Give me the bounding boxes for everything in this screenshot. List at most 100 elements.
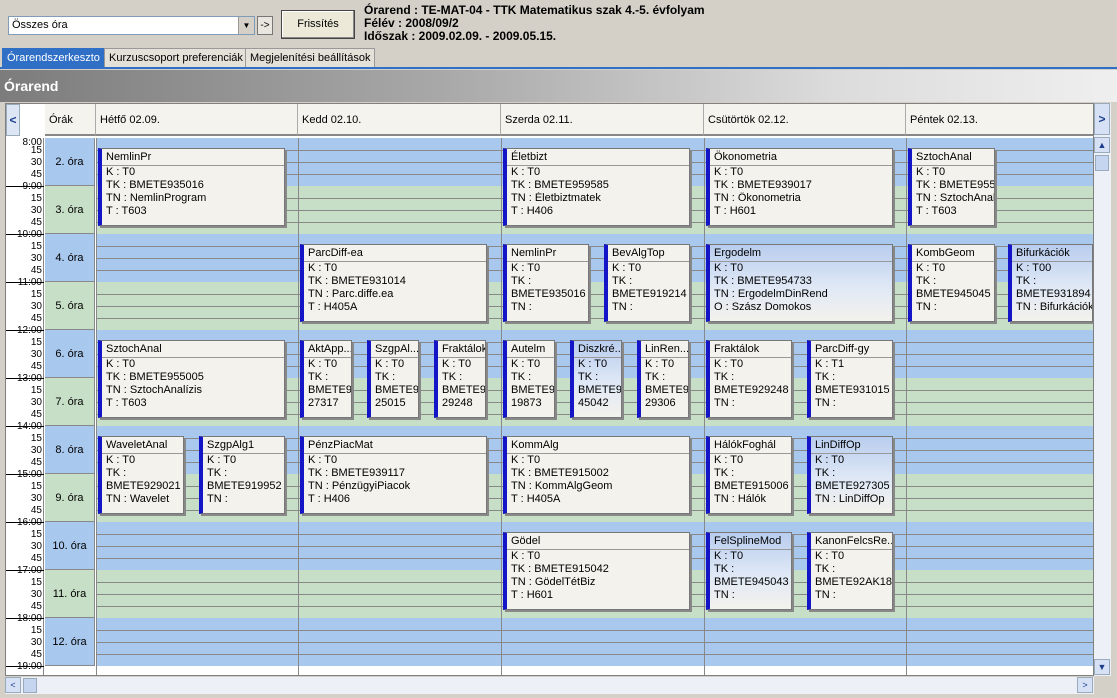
course-event-thursday[interactable]: KanonFelcsRe... K : T0 TK : BMETE92AK18 TN : (807, 532, 893, 610)
prev-week-button[interactable]: < (6, 104, 20, 136)
course-title: KanonFelcsRe... (811, 533, 892, 550)
course-detail: TK : (612, 275, 633, 287)
course-event-wednesday[interactable]: KommAlg K : T0 TK : BMETE915002 TN : KommAl… (503, 436, 690, 514)
course-event-wednesday[interactable]: NemlinPr K : T0 TK : BMETE935016 TN : (503, 244, 589, 322)
course-title: Gödel (507, 533, 689, 550)
time-label: 45 (30, 409, 42, 420)
course-event-wednesday[interactable]: Diszkré... K : T0 TK : BMETE9 45042 (570, 340, 622, 418)
time-label: 15 (30, 577, 42, 588)
horizontal-scrollbar[interactable]: < > (5, 677, 1094, 694)
next-week-button[interactable]: > (1094, 103, 1110, 135)
course-event-wednesday[interactable]: Életbizt K : T0 TK : BMETE959585 TN : Életb… (503, 148, 690, 226)
course-title: FelSplineMod (710, 533, 791, 550)
course-detail: BMETE9 (511, 384, 554, 396)
course-detail: T : H601 (511, 589, 553, 601)
course-detail: BMETE927305 (815, 480, 890, 492)
course-event-friday[interactable]: SztochAnalK : T0TK : BMETE955005TN : Szt… (908, 148, 995, 226)
course-detail: TK : (815, 467, 836, 479)
scroll-up-icon[interactable]: ▲ (1094, 137, 1110, 153)
course-event-tuesday[interactable]: AktApp... K : T0 TK : BMETE9 27317 (300, 340, 352, 418)
course-event-thursday[interactable]: Fraktálok K : T0 TK : BMETE929248 TN : (706, 340, 792, 418)
scroll-down-icon[interactable]: ▼ (1094, 659, 1110, 675)
horizontal-scroll-thumb[interactable] (23, 678, 37, 693)
go-button[interactable]: -> (257, 16, 273, 35)
time-label: 30 (30, 589, 42, 600)
course-event-friday[interactable]: Bifurkációk K : T00 TK : BMETE931894 TN : Bi… (1008, 244, 1093, 322)
course-detail: BMETE945045 (916, 288, 991, 300)
course-detail: TK : BMETE931014 (308, 275, 406, 287)
course-event-wednesday[interactable]: Autelm K : T0 TK : BMETE9 19873 (503, 340, 555, 418)
course-detail: TN : KommAlgGeom (511, 480, 613, 492)
course-detail: TN : Életbiztmatek (511, 192, 601, 204)
ora-label: 5. óra (45, 282, 95, 330)
quarter-gridline (96, 654, 1093, 655)
course-event-thursday[interactable]: Ergodelm K : T0 TK : BMETE954733 TN : Ergod… (706, 244, 893, 322)
course-detail: T : T603 (106, 397, 147, 409)
course-event-monday[interactable]: SzgpAlg1 K : T0 TK : BMETE919952 TN : (199, 436, 285, 514)
tab-course-group-preferences[interactable]: Kurzuscsoport preferenciák (104, 48, 248, 67)
course-detail: K : T0 (207, 454, 237, 466)
hour-tick (6, 570, 44, 571)
course-event-tuesday[interactable]: Fraktálok K : T0 TK : BMETE9 29248 (434, 340, 486, 418)
course-title: ParcDiff-ea (304, 245, 486, 262)
tab-timetable-editor[interactable]: Órarendszerkeszto (2, 48, 105, 67)
course-event-tuesday[interactable]: ParcDiff-ea K : T0 TK : BMETE931014 TN : Pa… (300, 244, 487, 322)
time-label: 30 (30, 253, 42, 264)
course-detail: K : T00 (1016, 262, 1052, 274)
course-detail: BMETE9 (308, 384, 351, 396)
refresh-button[interactable]: Frissítés (281, 10, 355, 39)
course-detail: TN : (612, 301, 633, 313)
time-label: 15 (30, 433, 42, 444)
course-event-wednesday[interactable]: LinRen... K : T0 TK : BMETE9 29306 (637, 340, 689, 418)
course-detail: K : T0 (511, 262, 541, 274)
course-detail: K : T0 (511, 454, 541, 466)
course-event-thursday[interactable]: HálókFoghál K : T0 TK : BMETE915006 TN : Hál… (706, 436, 792, 514)
course-detail: BMETE935016 (511, 288, 586, 300)
course-detail: T : H601 (714, 205, 756, 217)
ora-label: 2. óra (45, 138, 95, 186)
course-event-wednesday[interactable]: Gödel K : T0 TK : BMETE915042 TN : GödelTét… (503, 532, 690, 610)
course-event-thursday[interactable]: LinDiffOp K : T0 TK : BMETE927305 TN : LinDi… (807, 436, 893, 514)
course-detail: TN : Wavelet (106, 493, 170, 505)
course-detail: T : T603 (106, 205, 147, 217)
course-detail: K : T0 (511, 166, 541, 178)
course-event-thursday[interactable]: Ökonometria K : T0 TK : BMETE939017 TN : Ök… (706, 148, 893, 226)
time-label: 30 (30, 637, 42, 648)
scroll-right-icon[interactable]: > (1077, 677, 1093, 693)
course-detail: K : T0 (714, 166, 744, 178)
course-event-monday[interactable]: WaveletAnal K : T0 TK : BMETE929021 TN : Wav… (98, 436, 184, 514)
course-detail: K : T0 (106, 166, 136, 178)
tab-display-settings[interactable]: Megjelenítési beállítások (245, 48, 376, 67)
day-separator (96, 138, 97, 675)
course-detail: TK : BMETE959585 (511, 179, 609, 191)
course-detail: K : T0 (578, 358, 608, 370)
course-title: SztochAnal (102, 341, 284, 358)
course-event-thursday[interactable]: ParcDiff-gy K : T1 TK : BMETE931015 TN : (807, 340, 893, 418)
course-detail: TN : LinDiffOp (815, 493, 885, 505)
course-detail: TN : (714, 397, 735, 409)
time-label: 15 (30, 385, 42, 396)
course-detail: K : T0 (612, 262, 642, 274)
vertical-scrollbar[interactable]: > ▲ ▼ (1094, 103, 1111, 676)
scroll-left-icon[interactable]: < (5, 677, 21, 693)
course-event-monday[interactable]: SztochAnal K : T0 TK : BMETE955005 TN : Szt… (98, 340, 285, 418)
course-title: PénzPiacMat (304, 437, 486, 454)
course-event-wednesday[interactable]: BevAlgTop K : T0 TK : BMETE919214 TN : (604, 244, 690, 322)
time-label: 13:00 (6, 374, 42, 384)
course-detail: K : T1 (815, 358, 845, 370)
course-detail: TN : ErgodelmDinRend (714, 288, 828, 300)
hour-tick (6, 666, 44, 667)
course-event-thursday[interactable]: FelSplineMod K : T0 TK : BMETE945043 TN : (706, 532, 792, 610)
quarter-gridline (96, 630, 1093, 631)
course-event-tuesday[interactable]: SzgpAl... K : T0 TK : BMETE9 25015 (367, 340, 419, 418)
course-detail: K : T0 (442, 358, 472, 370)
chevron-down-icon[interactable]: ▼ (238, 17, 254, 34)
ora-label: 6. óra (45, 330, 95, 378)
hours-filter-select[interactable]: Összes óra ▼ (8, 16, 255, 35)
course-event-tuesday[interactable]: PénzPiacMat K : T0 TK : BMETE939117 TN : Pé… (300, 436, 487, 514)
course-detail: BMETE919952 (207, 480, 282, 492)
course-event-friday[interactable]: KombGeom K : T0 TK : BMETE945045 TN : (908, 244, 995, 322)
course-detail: K : T0 (815, 454, 845, 466)
course-event-monday[interactable]: NemlinPr K : T0 TK : BMETE935016 TN : Nemli… (98, 148, 285, 226)
vertical-scroll-thumb[interactable] (1095, 155, 1109, 171)
